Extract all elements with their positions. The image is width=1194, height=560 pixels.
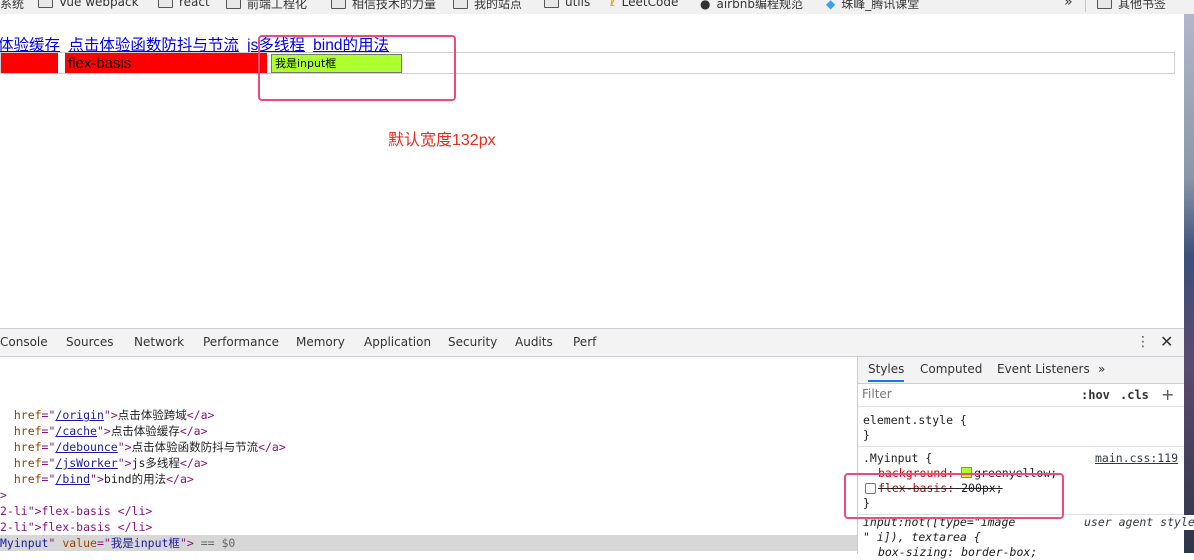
bookmark-frontend[interactable]: 前端工程化 [226,0,307,12]
tree-line[interactable]: href="/cache">点击体验缓存</a> [0,423,208,439]
more-options-icon[interactable]: ⋮ [1136,334,1150,350]
tree-line[interactable]: > [0,487,7,503]
tab-overflow[interactable]: » [1098,362,1105,376]
add-rule-icon[interactable]: + [1161,385,1174,404]
tree-line[interactable]: 2-li">flex-basis </li> [0,519,152,535]
tab-audits[interactable]: Audits [515,335,553,349]
folder-icon [453,0,468,9]
bookmark-label: 前端工程化 [247,0,308,11]
tab-performance[interactable]: Performance [203,335,279,349]
tab-application[interactable]: Application [364,335,431,349]
elements-tree: href="/origin">点击体验跨域</a> href="/cache">… [0,357,857,554]
tab-perf[interactable]: Perf [573,335,596,349]
myinput-selector[interactable]: .Myinput { [863,451,932,466]
desktop-background [1184,14,1194,553]
styles-filter-input[interactable]: Filter [862,386,1042,402]
bookmark-other[interactable]: 其他书签 [1097,0,1166,12]
styles-pane: Styles Computed Event Listeners » Filter… [858,357,1194,559]
tree-line[interactable]: href="/debounce">点击体验函数防抖与节流</a> [0,439,286,455]
annotation-default-width: 默认宽度132px [388,132,496,149]
hov-toggle[interactable]: :hov [1081,388,1110,402]
ua-stylesheet-label: user agent stylesheet [1084,515,1194,530]
tree-line-selected[interactable]: Myinput" value="我是input框"> == $0 [0,535,857,551]
tab-sources[interactable]: Sources [66,335,113,349]
bookmark-utils[interactable]: utils [544,0,590,9]
bookmark-react[interactable]: react [158,0,210,9]
element-style-rule[interactable]: element.style { [863,413,967,428]
highlight-box-input [258,35,456,101]
flex-item-red [1,53,58,73]
bookmark-zhufeng[interactable]: ◆ 珠峰_腾讯课堂 [826,0,919,12]
tab-styles[interactable]: Styles [868,362,905,382]
cls-toggle[interactable]: .cls [1120,388,1149,402]
tab-network[interactable]: Network [134,335,184,349]
bookmark-system[interactable]: 系统 [0,0,24,12]
tree-line[interactable]: 2-li">flex-basis </li> [0,503,152,519]
bookmark-label: LeetCode [621,0,679,9]
bookmark-label: 我的站点 [474,0,523,11]
folder-icon [331,0,346,9]
highlight-box-flex-basis [844,473,1064,519]
close-icon[interactable]: ✕ [1160,332,1173,351]
tree-line[interactable]: href="/origin">点击体验跨域</a> [0,407,215,423]
bookmark-label: react [179,0,210,9]
tab-event-listeners[interactable]: Event Listeners [997,362,1090,376]
bookmark-label: airbnb编程规范 [716,0,803,11]
bookmarks-separator [1085,0,1086,12]
bookmark-label: 系统 [0,0,25,11]
folder-icon [158,0,173,8]
bookmarks-overflow-button[interactable]: » [1064,0,1073,10]
leetcode-icon: ℓ [610,0,616,9]
rule-separator [858,446,1184,447]
bookmark-believe-tech[interactable]: 相信技术的力量 [331,0,436,12]
bookmark-leetcode[interactable]: ℓ LeetCode [610,0,678,9]
bookmark-label: Vue webpack [59,0,139,9]
bookmark-label: 其他书签 [1118,0,1167,11]
bookmark-label: utils [565,0,591,9]
ua-selector-cont: " i]), textarea { [863,530,981,544]
tree-line[interactable]: href="/jsWorker">js多线程</a> [0,455,208,471]
bookmark-label: 相信技术的力量 [352,0,437,11]
filter-row: Filter :hov .cls + [858,384,1184,407]
devtools-panel: Console Sources Network Performance Memo… [0,328,1194,559]
styles-tabbar: Styles Computed Event Listeners » [858,357,1184,384]
flex-item-basis: flex-basis [65,53,267,73]
flex-container: flex-basis 我是input框 [0,52,1175,74]
folder-icon [1097,0,1112,9]
tab-memory[interactable]: Memory [296,335,345,349]
bookmark-airbnb[interactable]: ● airbnb编程规范 [700,0,803,12]
github-icon: ● [700,0,711,11]
tab-security[interactable]: Security [448,335,497,349]
bookmark-label: 珠峰_腾讯课堂 [841,0,920,11]
folder-icon [226,0,241,9]
source-link[interactable]: main.css:119 [1095,451,1178,466]
tencent-icon: ◆ [826,0,836,11]
bookmark-vue-webpack[interactable]: Vue webpack [38,0,139,9]
bookmark-my-sites[interactable]: 我的站点 [453,0,522,12]
devtools-tabbar: Console Sources Network Performance Memo… [0,329,1184,357]
bookmarks-bar: 系统 Vue webpack react 前端工程化 相信技术的力量 我的站点 … [0,0,1194,15]
tab-computed[interactable]: Computed [920,362,982,376]
folder-icon [38,0,53,8]
tree-line[interactable]: href="/bind">bind的用法</a> [0,471,194,487]
tab-console[interactable]: Console [0,335,48,349]
folder-icon [544,0,559,8]
rule-close-brace: } [863,428,870,442]
